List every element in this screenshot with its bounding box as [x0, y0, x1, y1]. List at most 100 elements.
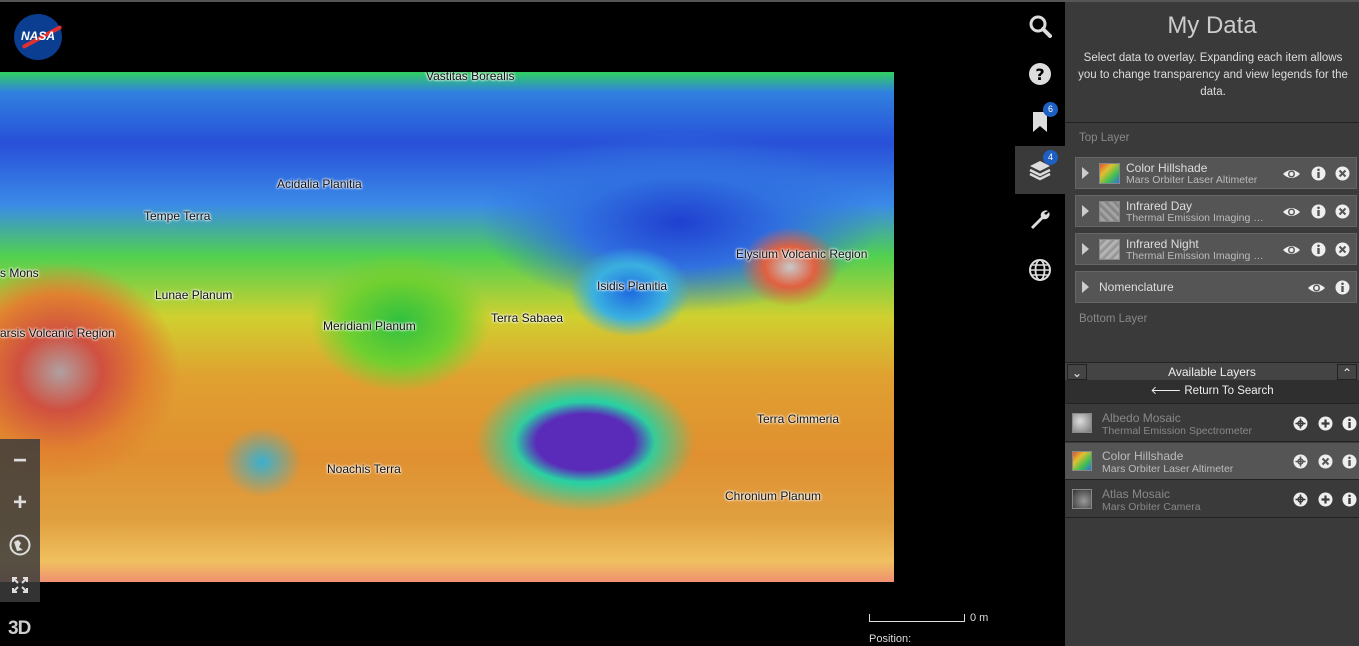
info-icon[interactable]	[1311, 166, 1326, 181]
map-label[interactable]: Lunae Planum	[155, 288, 232, 302]
available-layers-header: ⌄ Available Layers ⌃	[1065, 362, 1359, 380]
expand-up-icon[interactable]: ⌃	[1337, 364, 1357, 380]
zoom-out-button[interactable]: −	[0, 443, 40, 479]
add-layer-icon[interactable]	[1318, 416, 1333, 431]
globe-view-button[interactable]	[0, 527, 40, 563]
nasa-logo[interactable]: NASA	[14, 14, 63, 60]
expand-caret-icon[interactable]	[1082, 167, 1089, 179]
map-label[interactable]: Isidis Planitia	[597, 279, 667, 293]
layer-source: Thermal Emission Imaging System	[1126, 250, 1266, 262]
top-layer-label: Top Layer	[1079, 132, 1130, 144]
layer-thumbnail	[1099, 201, 1120, 222]
zoom-to-layer-icon[interactable]	[1293, 492, 1308, 507]
bookmarks-button[interactable]: 6	[1015, 98, 1065, 146]
remove-layer-icon[interactable]	[1335, 166, 1350, 181]
search-icon	[1029, 15, 1052, 38]
wrench-icon	[1031, 210, 1050, 229]
info-icon[interactable]	[1342, 454, 1357, 469]
map-label[interactable]: Tempe Terra	[144, 209, 210, 223]
nasa-logo-text: NASA	[20, 29, 55, 43]
layer-source: Mars Orbiter Laser Altimeter	[1102, 463, 1234, 475]
layer-name: Nomenclature	[1099, 280, 1174, 294]
add-layer-icon[interactable]	[1318, 492, 1333, 507]
layer-thumbnail	[1072, 489, 1092, 509]
info-icon[interactable]	[1342, 492, 1357, 507]
available-layer-albedo-mosaic[interactable]: Albedo Mosaic Thermal Emission Spectrome…	[1065, 405, 1359, 442]
projection-button[interactable]	[1015, 246, 1065, 294]
arrow-left-icon: 🡐	[1150, 385, 1185, 397]
visibility-eye-icon[interactable]	[1282, 204, 1301, 220]
map-label[interactable]: Vastitas Borealis	[426, 72, 514, 83]
scale-label: 0 m	[970, 612, 989, 624]
available-layer-atlas-mosaic[interactable]: Atlas Mosaic Mars Orbiter Camera	[1065, 481, 1359, 518]
map-label[interactable]: Acidalia Planitia	[277, 177, 362, 191]
layer-name: Color Hillshade	[1102, 449, 1184, 463]
toggle-3d-button[interactable]: 3D	[8, 618, 31, 640]
layer-name: Color Hillshade	[1126, 161, 1208, 175]
help-button[interactable]: ?	[1015, 50, 1065, 98]
layers-button[interactable]: 4	[1015, 146, 1065, 194]
remove-layer-icon[interactable]	[1318, 454, 1333, 469]
available-layer-color-hillshade[interactable]: Color Hillshade Mars Orbiter Laser Altim…	[1065, 443, 1359, 480]
svg-text:?: ?	[1035, 65, 1044, 84]
panel-title: My Data	[1167, 12, 1257, 39]
layer-item-infrared-day[interactable]: Infrared Day Thermal Emission Imaging Sy…	[1075, 195, 1357, 227]
panel-description: Select data to overlay. Expanding each i…	[1078, 52, 1348, 98]
zoom-in-button[interactable]: +	[0, 485, 40, 521]
layer-source: Thermal Emission Imaging System	[1126, 212, 1266, 224]
layer-item-nomenclature[interactable]: Nomenclature	[1075, 271, 1357, 303]
map-label[interactable]: Terra Cimmeria	[757, 412, 839, 426]
info-icon[interactable]	[1311, 204, 1326, 219]
layer-source: Mars Orbiter Camera	[1102, 501, 1201, 513]
app-root: Vastitas Borealis Acidalia Planitia Temp…	[0, 0, 1359, 646]
bottom-layer-label: Bottom Layer	[1079, 313, 1148, 325]
available-layers-title: Available Layers	[1168, 365, 1256, 379]
info-icon[interactable]	[1335, 280, 1350, 295]
layer-name: Infrared Day	[1126, 199, 1193, 213]
info-icon[interactable]	[1311, 242, 1326, 257]
expand-caret-icon[interactable]	[1082, 205, 1089, 217]
map-label[interactable]: Noachis Terra	[327, 462, 401, 476]
tools-button[interactable]	[1015, 195, 1065, 243]
layer-name: Albedo Mosaic	[1102, 411, 1181, 425]
map-label[interactable]: arsis Volcanic Region	[0, 326, 115, 340]
remove-layer-icon[interactable]	[1335, 242, 1350, 257]
layer-name: Infrared Night	[1126, 237, 1199, 251]
layer-thumbnail	[1072, 413, 1092, 433]
zoom-to-layer-icon[interactable]	[1293, 454, 1308, 469]
map-label[interactable]: Terra Sabaea	[491, 311, 563, 325]
remove-layer-icon[interactable]	[1335, 204, 1350, 219]
layer-thumbnail	[1072, 451, 1092, 471]
mars-map[interactable]: Vastitas Borealis Acidalia Planitia Temp…	[0, 72, 894, 582]
expand-caret-icon[interactable]	[1082, 243, 1089, 255]
layer-item-infrared-night[interactable]: Infrared Night Thermal Emission Imaging …	[1075, 233, 1357, 265]
return-to-search-button[interactable]: 🡐 Return To Search	[1065, 380, 1359, 404]
my-data-panel: My Data Select data to overlay. Expandin…	[1065, 2, 1359, 646]
map-label[interactable]: Elysium Volcanic Region	[736, 247, 867, 261]
search-button[interactable]	[1015, 2, 1065, 50]
layers-count-badge: 4	[1043, 150, 1058, 165]
visibility-eye-icon[interactable]	[1307, 280, 1326, 296]
visibility-eye-icon[interactable]	[1282, 242, 1301, 258]
layer-name: Atlas Mosaic	[1102, 487, 1171, 501]
divider	[1065, 122, 1359, 123]
map-label[interactable]: Meridiani Planum	[323, 319, 416, 333]
layer-item-color-hillshade[interactable]: Color Hillshade Mars Orbiter Laser Altim…	[1075, 157, 1357, 189]
map-label[interactable]: s Mons	[0, 266, 39, 280]
scale-bar	[869, 614, 965, 622]
visibility-eye-icon[interactable]	[1282, 166, 1301, 182]
position-readout: Position:	[869, 633, 912, 645]
return-to-search-label: Return To Search	[1184, 385, 1274, 397]
layer-thumbnail	[1099, 239, 1120, 260]
info-icon[interactable]	[1342, 416, 1357, 431]
globe-compass-icon	[9, 534, 31, 556]
layer-source: Thermal Emission Spectrometer	[1102, 425, 1252, 437]
map-label[interactable]: Chronium Planum	[725, 489, 821, 503]
expand-caret-icon[interactable]	[1082, 281, 1089, 293]
fullscreen-button[interactable]	[0, 567, 40, 603]
tool-rail: ? 6 4	[1015, 2, 1065, 646]
zoom-to-layer-icon[interactable]	[1293, 416, 1308, 431]
bookmark-count-badge: 6	[1043, 102, 1058, 117]
map-toolbar: − +	[0, 439, 40, 602]
layer-thumbnail	[1099, 163, 1120, 184]
